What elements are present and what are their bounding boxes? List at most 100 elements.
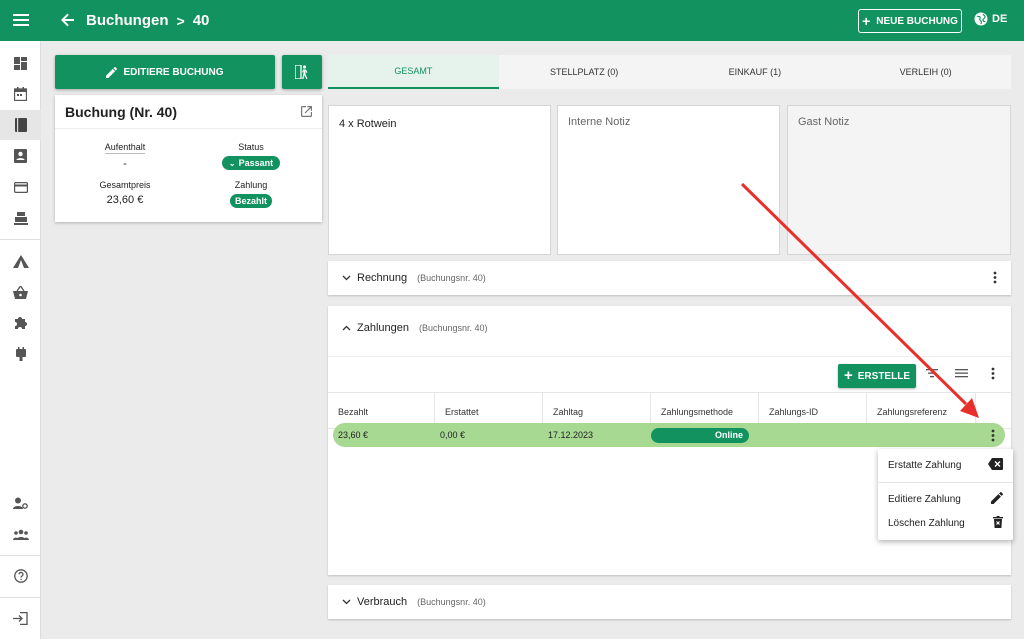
payments-booking-number: (Buchungsnr. 40) bbox=[419, 323, 488, 333]
sidebar-item-bookings[interactable] bbox=[0, 110, 41, 140]
checkin-button[interactable] bbox=[282, 55, 322, 89]
payment-label: Zahlung bbox=[234, 180, 268, 190]
sidebar-item-utilities[interactable] bbox=[0, 339, 41, 369]
cell-payday: 17.12.2023 bbox=[548, 430, 594, 440]
calendar-icon bbox=[14, 87, 27, 101]
status-badge: ⌄ Passant bbox=[221, 156, 281, 170]
consumption-panel-header[interactable]: Verbrauch (Buchungsnr. 40) bbox=[328, 585, 1011, 619]
create-payment-button[interactable]: + ERSTELLE bbox=[838, 364, 916, 388]
sidebar-item-shop[interactable] bbox=[0, 277, 41, 307]
method-badge: Online bbox=[651, 427, 749, 443]
language-label: DE bbox=[992, 13, 1008, 25]
tent-icon bbox=[12, 254, 29, 268]
guest-note-field[interactable]: Gast Notiz bbox=[787, 105, 1011, 255]
open-external-icon[interactable] bbox=[301, 106, 312, 117]
booking-title: Buchung (Nr. 40) bbox=[65, 103, 178, 120]
breadcrumb-separator: > bbox=[176, 12, 185, 29]
more-vert-icon[interactable] bbox=[991, 367, 995, 380]
sidebar-divider bbox=[0, 555, 41, 556]
status-field: Status ⌄ Passant bbox=[191, 142, 311, 170]
dashboard-icon bbox=[14, 56, 27, 70]
sidebar-item-team[interactable] bbox=[0, 519, 41, 549]
items-summary-text: 4 x Rotwein bbox=[339, 118, 397, 130]
menu-item-delete-payment[interactable]: Löschen Zahlung bbox=[878, 512, 1013, 534]
payments-panel-header[interactable]: Zahlungen (Buchungsnr. 40) bbox=[328, 306, 1011, 350]
menu-divider bbox=[878, 482, 1013, 483]
total-price-label: Gesamtpreis bbox=[99, 180, 151, 190]
payment-field: Zahlung Bezahlt bbox=[191, 180, 311, 208]
table-row[interactable]: 23,60 € 0,00 € 17.12.2023 Online bbox=[333, 423, 1005, 447]
row-more-vert-icon[interactable] bbox=[976, 429, 1005, 442]
chevron-down-icon bbox=[342, 599, 351, 605]
filter-icon[interactable] bbox=[926, 368, 938, 378]
booking-summary-card: Buchung (Nr. 40) Aufenthalt - Status ⌄ Pa… bbox=[55, 95, 322, 222]
tab-stellplatz[interactable]: STELLPLATZ (0) bbox=[498, 55, 670, 89]
chevron-down-icon bbox=[342, 275, 351, 281]
refund-payment-label: Erstatte Zahlung bbox=[888, 459, 962, 471]
booking-card-header: Buchung (Nr. 40) bbox=[55, 95, 322, 129]
menu-item-edit-payment[interactable]: Editiere Zahlung bbox=[878, 488, 1013, 510]
guest-note-placeholder: Gast Notiz bbox=[798, 116, 850, 128]
trash-icon bbox=[993, 516, 1003, 528]
density-icon[interactable] bbox=[955, 368, 968, 378]
top-app-bar: Buchungen > 40 + NEUE BUCHUNG DE bbox=[0, 0, 1024, 41]
consumption-title: Verbrauch bbox=[357, 596, 408, 608]
pencil-icon bbox=[991, 492, 1003, 504]
sidebar-item-guests[interactable] bbox=[0, 141, 41, 171]
sidebar-item-register[interactable] bbox=[0, 203, 41, 233]
status-label: Status bbox=[238, 142, 264, 152]
consumption-panel: Verbrauch (Buchungsnr. 40) bbox=[328, 585, 1011, 619]
new-booking-button[interactable]: + NEUE BUCHUNG bbox=[858, 9, 962, 33]
internal-note-field[interactable]: Interne Notiz bbox=[557, 105, 780, 255]
payment-context-menu: Erstatte Zahlung Editiere Zahlung Lösche… bbox=[878, 449, 1013, 540]
sidebar-item-extensions[interactable] bbox=[0, 308, 41, 338]
breadcrumb-current: 40 bbox=[192, 12, 210, 29]
register-icon bbox=[13, 211, 28, 225]
invoice-panel-header[interactable]: Rechnung (Buchungsnr. 40) bbox=[328, 261, 1011, 295]
stay-value: - bbox=[123, 158, 127, 170]
user-settings-icon bbox=[13, 497, 28, 509]
help-icon bbox=[13, 569, 28, 583]
sidebar-item-help[interactable] bbox=[0, 561, 41, 591]
plus-icon: + bbox=[844, 367, 853, 384]
power-plug-icon bbox=[15, 347, 26, 361]
puzzle-icon bbox=[14, 317, 27, 329]
cell-paid: 23,60 € bbox=[338, 430, 369, 440]
tab-einkauf[interactable]: EINKAUF (1) bbox=[669, 55, 841, 89]
menu-icon[interactable] bbox=[10, 9, 32, 31]
backspace-icon bbox=[988, 458, 1003, 470]
language-selector[interactable]: DE bbox=[974, 12, 1007, 26]
credit-card-icon bbox=[13, 181, 28, 193]
book-icon bbox=[14, 118, 27, 132]
invoice-panel: Rechnung (Buchungsnr. 40) bbox=[328, 261, 1011, 295]
items-summary-box: 4 x Rotwein bbox=[328, 105, 551, 255]
breadcrumb-parent[interactable]: Buchungen bbox=[86, 12, 169, 29]
sidebar-item-payments[interactable] bbox=[0, 172, 41, 202]
menu-item-refund-payment[interactable]: Erstatte Zahlung bbox=[878, 454, 1013, 476]
chevron-up-icon bbox=[342, 325, 351, 331]
sidebar-divider bbox=[0, 239, 41, 240]
tab-gesamt[interactable]: GESAMT bbox=[328, 55, 499, 89]
sidebar-item-logout[interactable] bbox=[0, 603, 41, 633]
tab-verleih[interactable]: VERLEIH (0) bbox=[840, 55, 1011, 89]
edit-booking-button[interactable]: EDITIERE BUCHUNG bbox=[55, 55, 275, 89]
delete-payment-label: Löschen Zahlung bbox=[888, 517, 965, 529]
sidebar-divider bbox=[0, 597, 41, 598]
sidebar-item-dashboard[interactable] bbox=[0, 48, 41, 78]
payments-toolbar: + ERSTELLE bbox=[328, 356, 1011, 392]
back-arrow-icon[interactable] bbox=[58, 9, 78, 31]
more-vert-icon[interactable] bbox=[993, 271, 997, 284]
contact-book-icon bbox=[14, 149, 27, 163]
total-price-value: 23,60 € bbox=[106, 194, 144, 206]
internal-note-placeholder: Interne Notiz bbox=[568, 116, 631, 128]
consumption-booking-number: (Buchungsnr. 40) bbox=[417, 597, 486, 607]
edit-booking-label: EDITIERE BUCHUNG bbox=[123, 66, 224, 78]
sidebar-item-user-settings[interactable] bbox=[0, 488, 41, 518]
cell-method: Online bbox=[651, 427, 759, 443]
sidebar bbox=[0, 41, 41, 639]
sidebar-item-calendar[interactable] bbox=[0, 79, 41, 109]
invoice-title: Rechnung bbox=[357, 272, 408, 284]
stay-label: Aufenthalt bbox=[104, 142, 146, 154]
total-price-field: Gesamtpreis 23,60 € bbox=[65, 180, 185, 206]
sidebar-item-pitches[interactable] bbox=[0, 246, 41, 276]
